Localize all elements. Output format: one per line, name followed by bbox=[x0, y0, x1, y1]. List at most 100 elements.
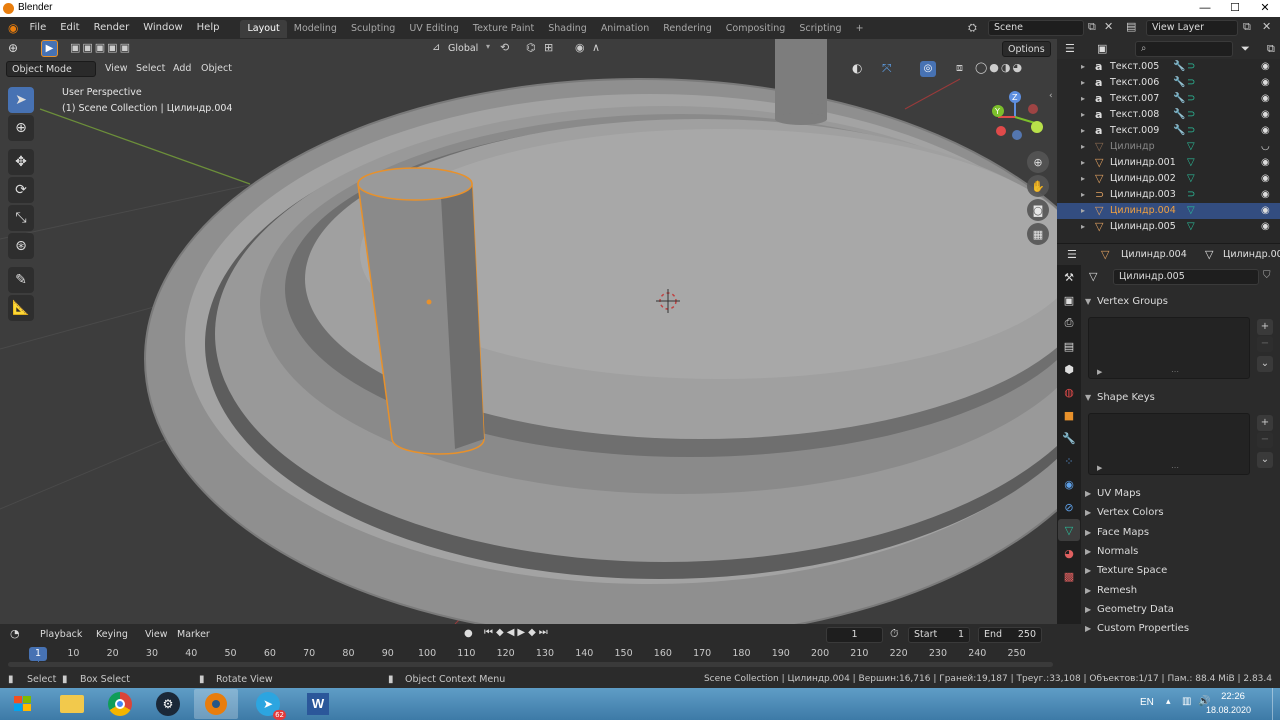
scene-tab-icon[interactable]: ⬢ bbox=[1058, 358, 1080, 380]
outliner-row[interactable]: ▸ ▽ Цилиндр.005 ▽ ◉ bbox=[1057, 219, 1280, 235]
datablock-selector[interactable]: ▽ Цилиндр.005 ⛉ bbox=[1085, 269, 1277, 287]
object-data-icon[interactable]: ▽ bbox=[1187, 155, 1195, 171]
outliner-row[interactable]: ▸ ▽ Цилиндр.001 ▽ ◉ bbox=[1057, 155, 1280, 171]
display-mode-icon[interactable]: ▣ bbox=[1097, 42, 1107, 55]
menu-add[interactable]: Add bbox=[168, 61, 196, 77]
3d-viewport[interactable]: ⊕ ▶ ▣▣▣▣▣ ⊿ Global ▾ ⟲ ⌬ ⊞ ◉ ∧ Options O… bbox=[0, 39, 1057, 624]
panel-header[interactable]: ▶ UV Maps bbox=[1085, 485, 1141, 503]
outliner-editor-icon[interactable]: ☰ bbox=[1065, 42, 1075, 55]
scale-tool-icon[interactable]: ⤡ bbox=[8, 205, 34, 231]
tab-texture-paint[interactable]: Texture Paint bbox=[466, 20, 541, 38]
menu-select[interactable]: Select bbox=[131, 61, 170, 77]
object-data-icon[interactable]: ▽ bbox=[1187, 139, 1195, 155]
tab-animation[interactable]: Animation bbox=[594, 20, 656, 38]
visibility-eye-icon[interactable]: ◉ bbox=[1261, 91, 1270, 107]
expand-arrow-icon[interactable]: ▸ bbox=[1081, 155, 1085, 171]
expand-arrow-icon[interactable]: ▸ bbox=[1081, 219, 1085, 235]
shading-modes-icon[interactable]: ◯●◑◕ bbox=[975, 61, 1024, 74]
tab-rendering[interactable]: Rendering bbox=[656, 20, 719, 38]
rotate-tool-icon[interactable]: ⟳ bbox=[8, 177, 34, 203]
object-data-icon[interactable]: ⊃ bbox=[1187, 59, 1195, 75]
list-expand-icon[interactable]: ▶ bbox=[1097, 368, 1102, 376]
output-tab-icon[interactable]: ⎙ bbox=[1058, 312, 1080, 334]
taskbar-word[interactable]: W bbox=[296, 689, 340, 719]
object-data-icon[interactable]: ⊃ bbox=[1187, 123, 1195, 139]
visibility-eye-icon[interactable]: ◉ bbox=[1261, 59, 1270, 75]
remove-shape-key-button[interactable]: − bbox=[1257, 432, 1273, 448]
material-tab-icon[interactable]: ◕ bbox=[1058, 542, 1080, 564]
delete-scene-icon[interactable]: ✕ bbox=[1104, 20, 1113, 33]
object-data-icon[interactable]: ▽ bbox=[1187, 203, 1195, 219]
windows-start-button[interactable] bbox=[2, 689, 44, 719]
panel-header[interactable]: ▶ Custom Properties bbox=[1085, 620, 1189, 638]
zoom-icon[interactable]: ⊕ bbox=[1027, 151, 1049, 173]
panel-header[interactable]: ▶ Geometry Data bbox=[1085, 601, 1174, 619]
object-data-icon[interactable]: ▽ bbox=[1187, 171, 1195, 187]
cursor-tool-icon[interactable]: ⊕ bbox=[8, 115, 34, 141]
add-shape-key-button[interactable]: + bbox=[1257, 415, 1273, 431]
annotate-tool-icon[interactable]: ✎ bbox=[8, 267, 34, 293]
timeline-scrollbar[interactable] bbox=[8, 662, 1053, 667]
expand-arrow-icon[interactable]: ▸ bbox=[1081, 75, 1085, 91]
select-box-tool-icon[interactable]: ➤ bbox=[8, 87, 34, 113]
network-icon[interactable]: ▥ bbox=[1182, 696, 1191, 707]
camera-view-icon[interactable]: ◙ bbox=[1027, 199, 1049, 221]
modifier-wrench-icon[interactable]: 🔧 bbox=[1173, 91, 1185, 107]
clock-time[interactable]: 22:26 bbox=[1218, 691, 1248, 702]
falloff-icon[interactable]: ∧ bbox=[592, 41, 600, 54]
object-data-icon[interactable]: ⊃ bbox=[1187, 107, 1195, 123]
add-vertex-group-button[interactable]: + bbox=[1257, 319, 1273, 335]
outliner-row[interactable]: ▸ ▽ Цилиндр.002 ▽ ◉ bbox=[1057, 171, 1280, 187]
close-button[interactable]: ✕ bbox=[1250, 0, 1280, 17]
physics-tab-icon[interactable]: ◉ bbox=[1058, 473, 1080, 495]
list-resize-grip-icon[interactable]: ⋯ bbox=[1171, 367, 1179, 376]
object-tab-icon[interactable]: ■ bbox=[1058, 404, 1080, 426]
modifier-tab-icon[interactable]: 🔧 bbox=[1058, 427, 1080, 449]
outliner-row[interactable]: ▸ a Текст.005 🔧 ⊃ ◉ bbox=[1057, 59, 1280, 75]
panel-vertex-groups-header[interactable]: ▼ Vertex Groups bbox=[1085, 293, 1168, 311]
world-tab-icon[interactable]: ◍ bbox=[1058, 381, 1080, 403]
constraints-tab-icon[interactable]: ⊘ bbox=[1058, 496, 1080, 518]
delete-view-layer-icon[interactable]: ✕ bbox=[1262, 20, 1271, 33]
menu-object[interactable]: Object bbox=[196, 61, 237, 77]
panel-header[interactable]: ▶ Face Maps bbox=[1085, 524, 1149, 542]
tab-scripting[interactable]: Scripting bbox=[792, 20, 848, 38]
fake-user-shield-icon[interactable]: ⛉ bbox=[1263, 270, 1271, 281]
proportional-edit-icon[interactable]: ◉ bbox=[575, 41, 585, 54]
expand-arrow-icon[interactable]: ▸ bbox=[1081, 91, 1085, 107]
new-view-layer-icon[interactable]: ⧉ bbox=[1243, 20, 1251, 34]
panel-header[interactable]: ▶ Texture Space bbox=[1085, 562, 1167, 580]
tray-chevron-icon[interactable]: ▴ bbox=[1166, 697, 1171, 707]
clock-date[interactable]: 18.08.2020 bbox=[1206, 705, 1251, 715]
outliner-row[interactable]: ▸ a Текст.008 🔧 ⊃ ◉ bbox=[1057, 107, 1280, 123]
outliner-row[interactable]: ▸ a Текст.009 🔧 ⊃ ◉ bbox=[1057, 123, 1280, 139]
expand-arrow-icon[interactable]: ▸ bbox=[1081, 139, 1085, 155]
outliner-row[interactable]: ▸ ▽ Цилиндр ▽ ◡ bbox=[1057, 139, 1280, 155]
expand-arrow-icon[interactable]: ▸ bbox=[1081, 59, 1085, 75]
pan-hand-icon[interactable]: ✋ bbox=[1027, 175, 1049, 197]
particles-tab-icon[interactable]: ⁘ bbox=[1058, 450, 1080, 472]
taskbar-chrome[interactable] bbox=[98, 689, 142, 719]
view-layer-tab-icon[interactable]: ▤ bbox=[1058, 335, 1080, 357]
tab-compositing[interactable]: Compositing bbox=[719, 20, 793, 38]
visibility-eye-icon[interactable]: ◉ bbox=[1261, 187, 1270, 203]
modifier-wrench-icon[interactable]: 🔧 bbox=[1173, 107, 1185, 123]
move-tool-icon[interactable]: ✥ bbox=[8, 149, 34, 175]
visibility-eye-icon[interactable]: ◉ bbox=[1261, 75, 1270, 91]
expand-arrow-icon[interactable]: ▸ bbox=[1081, 123, 1085, 139]
scene-selector[interactable]: Scene bbox=[988, 20, 1084, 36]
language-indicator[interactable]: EN bbox=[1140, 697, 1154, 708]
object-data-icon[interactable]: ⊃ bbox=[1187, 187, 1195, 203]
shape-key-specials-button[interactable]: ⌄ bbox=[1257, 452, 1273, 468]
view-layer-selector[interactable]: View Layer bbox=[1146, 20, 1238, 36]
add-workspace-button[interactable]: + bbox=[849, 20, 871, 38]
new-collection-icon[interactable]: ⧉ bbox=[1267, 42, 1275, 56]
overlay-toggle-icon[interactable]: ◎ bbox=[920, 61, 936, 77]
show-desktop-button[interactable] bbox=[1272, 688, 1280, 720]
xray-icon[interactable]: ⧈ bbox=[956, 61, 963, 75]
expand-arrow-icon[interactable]: ▸ bbox=[1081, 107, 1085, 123]
sidebar-toggle-icon[interactable]: ‹ bbox=[1049, 91, 1053, 101]
outliner-row[interactable]: ▸ a Текст.007 🔧 ⊃ ◉ bbox=[1057, 91, 1280, 107]
menu-view[interactable]: View bbox=[100, 61, 133, 77]
filter-icon[interactable]: ⏷ bbox=[1241, 42, 1250, 56]
